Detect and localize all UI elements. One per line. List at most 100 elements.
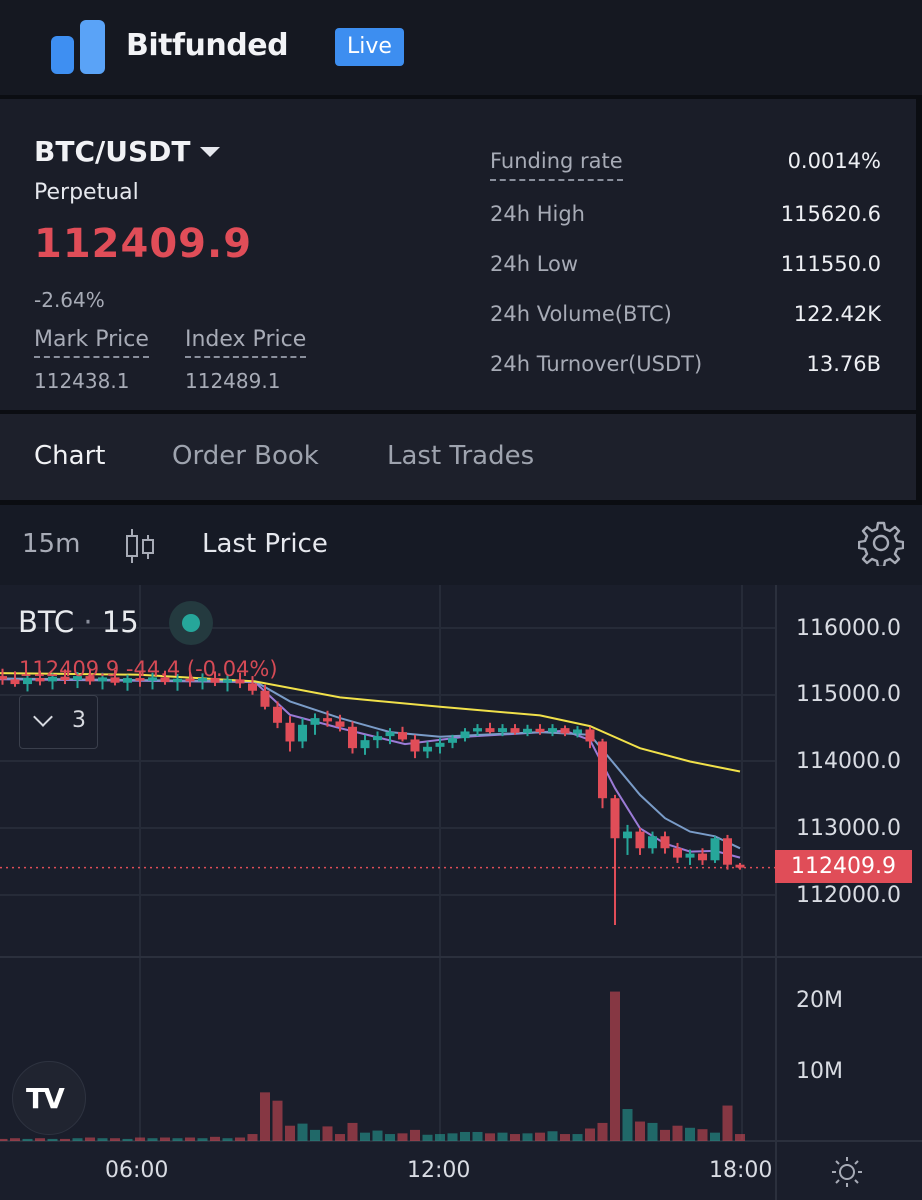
- candle-body: [373, 736, 382, 741]
- live-badge[interactable]: Live: [335, 28, 404, 66]
- candle-body: [448, 738, 457, 743]
- volume-bar: [47, 1138, 58, 1141]
- tradingview-logo[interactable]: TV: [12, 1061, 86, 1135]
- bitfunded-logo-icon: [51, 20, 105, 74]
- candle-body: [473, 728, 482, 732]
- volume-bar: [697, 1129, 708, 1141]
- volume-bar: [410, 1129, 420, 1141]
- volume-bar: [435, 1134, 445, 1141]
- volume-bar: [572, 1134, 583, 1141]
- funding-rate-label[interactable]: Funding rate: [490, 149, 623, 181]
- volume-bar: [685, 1127, 695, 1141]
- candle-body: [710, 838, 720, 861]
- candle-body: [335, 721, 345, 727]
- volume-bar: [660, 1129, 670, 1141]
- candle-body: [648, 836, 657, 849]
- candle-body: [560, 728, 570, 734]
- current-price-tag: 112409.9: [775, 850, 912, 883]
- volume-bar: [135, 1137, 145, 1141]
- volume-bar: [60, 1138, 70, 1141]
- tab-chart[interactable]: Chart: [34, 441, 105, 471]
- volume-bar: [735, 1134, 745, 1141]
- volume-bar: [472, 1131, 483, 1141]
- candle-body: [0, 676, 7, 680]
- mark-price-value: 112438.1: [34, 369, 130, 393]
- time-axis-tick: 18:00: [709, 1158, 773, 1183]
- volume-axis-tick: 20M: [796, 988, 843, 1013]
- volume-bar: [322, 1126, 333, 1141]
- candle-body: [573, 729, 582, 734]
- market-status-dot-icon[interactable]: [169, 601, 213, 645]
- volume-bar: [310, 1129, 320, 1141]
- theme-toggle-icon[interactable]: [830, 1155, 864, 1189]
- indicator-count: 3: [72, 708, 86, 733]
- candle-body: [498, 728, 507, 733]
- candle-body: [660, 836, 670, 849]
- moving-average-line: [0, 677, 741, 850]
- volume-bar: [397, 1133, 408, 1141]
- price-axis-tick: 116000.0: [796, 616, 901, 641]
- caret-down-icon: [200, 146, 221, 157]
- volume-bar: [447, 1133, 458, 1141]
- volume-bar: [185, 1137, 195, 1141]
- volume-bar: [560, 1134, 570, 1141]
- volume-bar: [110, 1138, 120, 1141]
- price-type-button[interactable]: Last Price: [202, 529, 328, 559]
- volume-bar: [647, 1122, 658, 1141]
- volume-bar: [672, 1125, 683, 1141]
- candle-body: [723, 838, 732, 865]
- price-chart[interactable]: BTC · 15 112409.9 -44.4 (-0.04%) 3 11600…: [0, 585, 922, 1200]
- volume-bar: [147, 1138, 158, 1141]
- gear-icon[interactable]: [858, 520, 904, 566]
- volume-bar: [22, 1138, 33, 1141]
- index-price-value: 112489.1: [185, 369, 281, 393]
- volume-bar: [522, 1133, 533, 1141]
- view-tabs: Chart Order Book Last Trades: [0, 414, 922, 500]
- tab-last-trades[interactable]: Last Trades: [387, 441, 534, 471]
- candle-body: [510, 728, 520, 733]
- volume-bar: [97, 1138, 108, 1141]
- candle-body: [348, 726, 357, 749]
- candle-body: [360, 740, 370, 749]
- timeframe-button[interactable]: 15m: [22, 529, 80, 559]
- candle-body: [610, 798, 620, 839]
- candle-body: [298, 724, 307, 742]
- volume-bar: [535, 1132, 545, 1141]
- volume-bar: [85, 1137, 95, 1141]
- candles-icon[interactable]: [123, 525, 157, 567]
- last-price: 112409.9: [34, 221, 253, 267]
- mark-price-label[interactable]: Mark Price: [34, 327, 149, 358]
- volume-bar: [497, 1132, 508, 1141]
- price-axis-tick: 112000.0: [796, 883, 901, 908]
- low-24h-value: 111550.0: [780, 252, 881, 276]
- volume-bar: [72, 1138, 83, 1141]
- candle-body: [248, 683, 257, 691]
- volume-bar: [460, 1131, 470, 1141]
- volume-bar: [297, 1123, 308, 1141]
- volume-bar: [585, 1128, 595, 1141]
- volume-24h-value: 122.42K: [793, 302, 881, 326]
- volume-bar: [547, 1131, 558, 1141]
- index-price-label[interactable]: Index Price: [185, 327, 307, 358]
- low-24h-label: 24h Low: [490, 252, 579, 276]
- turnover-24h-label: 24h Turnover(USDT): [490, 352, 703, 376]
- tab-order-book[interactable]: Order Book: [172, 441, 319, 471]
- volume-bar: [372, 1130, 383, 1141]
- volume-bar: [610, 991, 620, 1141]
- candle-body: [423, 746, 432, 752]
- chart-toolbar: 15m Last Price: [0, 505, 922, 585]
- pair-selector[interactable]: BTC/USDT: [34, 135, 221, 168]
- top-bar: Bitfunded Live: [0, 0, 922, 95]
- legend-symbol: BTC: [18, 605, 75, 639]
- volume-bar: [160, 1137, 170, 1141]
- indicators-toggle-button[interactable]: 3: [19, 695, 98, 749]
- candle-body: [635, 831, 645, 849]
- volume-bar: [10, 1138, 20, 1141]
- market-info-panel: BTC/USDT Perpetual 112409.9 -2.64% Mark …: [0, 99, 922, 410]
- volume-bar: [272, 1100, 283, 1141]
- volume-bar: [360, 1132, 370, 1141]
- high-24h-label: 24h High: [490, 202, 585, 226]
- volume-bar: [335, 1134, 345, 1141]
- volume-bar: [210, 1136, 220, 1141]
- price-axis-tick: 113000.0: [796, 816, 901, 841]
